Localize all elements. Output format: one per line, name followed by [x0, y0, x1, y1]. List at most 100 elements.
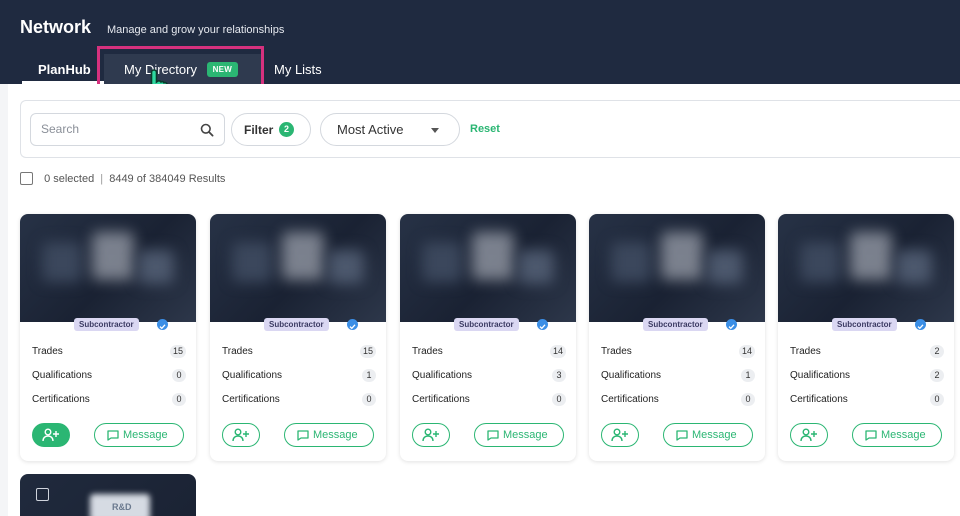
- card-cover-image: [20, 214, 196, 322]
- verified-icon: [347, 319, 358, 330]
- card-cover-image: [589, 214, 765, 322]
- qualifications-row: Qualifications 0: [32, 369, 186, 382]
- message-button-label: Message: [123, 429, 168, 441]
- message-icon: [107, 430, 119, 441]
- sort-dropdown-value: Most Active: [337, 122, 404, 137]
- verified-icon: [157, 319, 168, 330]
- certifications-label: Certifications: [790, 394, 848, 405]
- trades-row: Trades 2: [790, 345, 944, 358]
- tab-planhub-label: PlanHub: [38, 62, 91, 77]
- contractor-card[interactable]: Subcontractor Trades 14 Qualifications 3…: [400, 214, 576, 461]
- tab-my-directory[interactable]: My Directory NEW: [104, 54, 262, 84]
- contractor-card[interactable]: Subcontractor Trades 15 Qualifications 1…: [210, 214, 386, 461]
- message-button-label: Message: [313, 429, 358, 441]
- connect-button[interactable]: [222, 423, 260, 447]
- certifications-label: Certifications: [222, 394, 280, 405]
- tab-planhub[interactable]: PlanHub: [22, 54, 107, 84]
- subcontractor-tag: Subcontractor: [643, 318, 708, 331]
- trades-label: Trades: [412, 346, 443, 357]
- contractor-card-partial[interactable]: R&D: [20, 474, 196, 516]
- filter-button-label: Filter: [244, 123, 274, 137]
- card-cover-image: [210, 214, 386, 322]
- select-all-checkbox[interactable]: [20, 172, 33, 185]
- qualifications-label: Qualifications: [222, 370, 283, 381]
- trades-count: 14: [738, 345, 755, 358]
- certifications-row: Certifications 0: [32, 393, 186, 406]
- qualifications-label: Qualifications: [412, 370, 473, 381]
- search-box[interactable]: [30, 113, 225, 146]
- certifications-row: Certifications 0: [222, 393, 376, 406]
- certifications-count: 0: [930, 393, 944, 406]
- message-icon: [676, 430, 688, 441]
- message-icon: [865, 430, 877, 441]
- page-title: Network: [20, 17, 92, 37]
- trades-count: 15: [169, 345, 186, 358]
- qualifications-count: 2: [930, 369, 944, 382]
- search-icon[interactable]: [200, 123, 214, 137]
- message-button[interactable]: Message: [284, 423, 374, 447]
- qualifications-label: Qualifications: [790, 370, 851, 381]
- qualifications-row: Qualifications 2: [790, 369, 944, 382]
- search-input[interactable]: [41, 122, 191, 136]
- certifications-count: 0: [741, 393, 755, 406]
- card-cover-image: [778, 214, 954, 322]
- card-cover-image: [400, 214, 576, 322]
- tab-my-lists[interactable]: My Lists: [274, 54, 322, 84]
- qualifications-row: Qualifications 3: [412, 369, 566, 382]
- add-user-icon: [232, 428, 249, 442]
- add-user-icon: [611, 428, 628, 442]
- trades-row: Trades 15: [222, 345, 376, 358]
- reset-link[interactable]: Reset: [470, 123, 500, 135]
- sort-dropdown[interactable]: Most Active: [320, 113, 460, 146]
- trades-label: Trades: [601, 346, 632, 357]
- subcontractor-tag: Subcontractor: [832, 318, 897, 331]
- trades-label: Trades: [32, 346, 63, 357]
- connect-button[interactable]: [790, 423, 828, 447]
- add-user-icon: [42, 428, 59, 442]
- certifications-row: Certifications 0: [601, 393, 755, 406]
- qualifications-row: Qualifications 1: [601, 369, 755, 382]
- page-subtitle: Manage and grow your relationships: [107, 24, 285, 36]
- qualifications-count: 3: [552, 369, 566, 382]
- tab-my-lists-label: My Lists: [274, 62, 322, 77]
- contractor-card[interactable]: Subcontractor Trades 15 Qualifications 0…: [20, 214, 196, 461]
- message-icon: [297, 430, 309, 441]
- subcontractor-tag: Subcontractor: [74, 318, 139, 331]
- trades-count: 15: [359, 345, 376, 358]
- message-button[interactable]: Message: [474, 423, 564, 447]
- certifications-row: Certifications 0: [412, 393, 566, 406]
- results-separator: |: [100, 173, 104, 185]
- qualifications-label: Qualifications: [32, 370, 93, 381]
- qualifications-count: 1: [362, 369, 376, 382]
- verified-icon: [537, 319, 548, 330]
- certifications-label: Certifications: [412, 394, 470, 405]
- trades-row: Trades 15: [32, 345, 186, 358]
- certifications-count: 0: [552, 393, 566, 406]
- certifications-label: Certifications: [601, 394, 659, 405]
- card-select-checkbox[interactable]: [36, 488, 49, 501]
- connect-button[interactable]: [32, 423, 70, 447]
- add-user-icon: [800, 428, 817, 442]
- trades-label: Trades: [790, 346, 821, 357]
- message-button[interactable]: Message: [94, 423, 184, 447]
- contractor-card[interactable]: Subcontractor Trades 14 Qualifications 1…: [589, 214, 765, 461]
- certifications-label: Certifications: [32, 394, 90, 405]
- message-button[interactable]: Message: [852, 423, 942, 447]
- trades-count: 2: [930, 345, 944, 358]
- message-button-label: Message: [692, 429, 737, 441]
- trades-label: Trades: [222, 346, 253, 357]
- verified-icon: [915, 319, 926, 330]
- trades-row: Trades 14: [412, 345, 566, 358]
- connect-button[interactable]: [601, 423, 639, 447]
- new-badge: NEW: [206, 62, 239, 77]
- message-button-label: Message: [503, 429, 548, 441]
- message-button[interactable]: Message: [663, 423, 753, 447]
- filter-button[interactable]: Filter 2: [231, 113, 311, 146]
- certifications-row: Certifications 0: [790, 393, 944, 406]
- contractor-card[interactable]: Subcontractor Trades 2 Qualifications 2 …: [778, 214, 954, 461]
- connect-button[interactable]: [412, 423, 450, 447]
- selected-count: 0 selected: [44, 173, 95, 185]
- certifications-count: 0: [172, 393, 186, 406]
- filter-count-badge: 2: [279, 122, 294, 137]
- chevron-down-icon: [431, 128, 439, 133]
